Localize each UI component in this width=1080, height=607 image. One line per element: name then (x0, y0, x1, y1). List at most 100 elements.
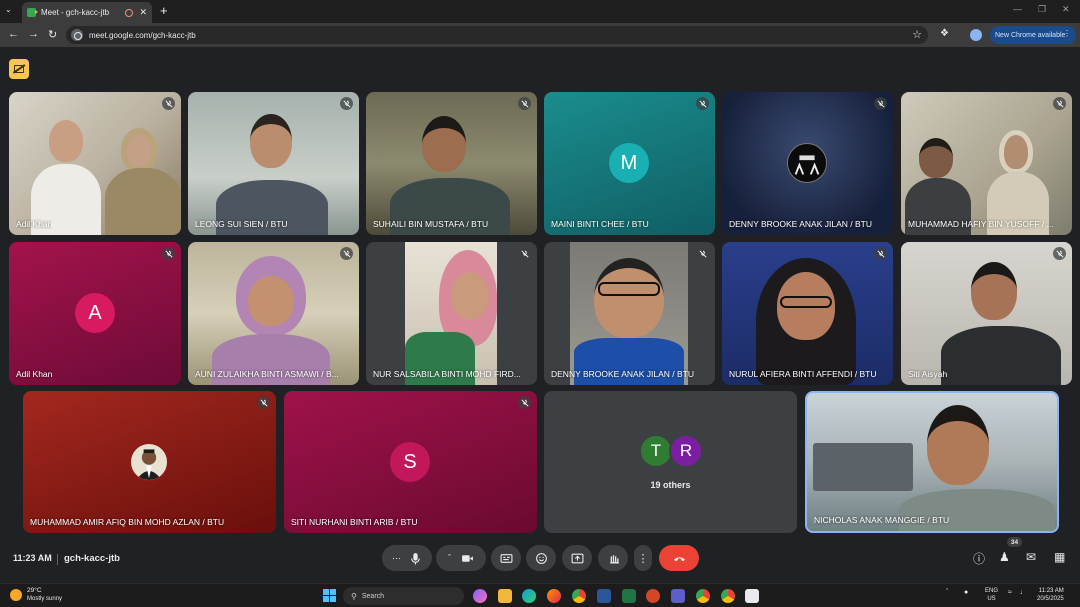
muted-mic-icon (1053, 97, 1066, 110)
participant-tile[interactable]: DENNY BROOKE ANAK JILAN / BTU (722, 92, 893, 235)
participant-avatar: S (390, 442, 430, 482)
teams-icon[interactable] (671, 589, 685, 603)
participant-tile[interactable]: MUHAMMAD HAFIY BIN YUSOFF / ... (901, 92, 1072, 235)
chrome-profile-icon[interactable] (721, 589, 735, 603)
url-text[interactable]: meet.google.com/gch-kacc-jtb (89, 31, 196, 40)
close-window-icon[interactable]: ✕ (1062, 4, 1070, 15)
present-screen-button[interactable] (562, 545, 592, 571)
edge-icon[interactable] (522, 589, 536, 603)
camera-icon (462, 554, 473, 562)
search-label: Search (361, 592, 385, 600)
microphone-tray-icon[interactable]: ● (964, 589, 968, 596)
language-indicator[interactable]: ENG US (985, 587, 998, 603)
participant-avatar: M (609, 143, 649, 183)
close-tab-icon[interactable]: ✕ (139, 7, 147, 18)
chrome-icon[interactable] (572, 589, 586, 603)
microphone-control[interactable]: ⋯ (382, 545, 432, 571)
language-code: ENG (985, 588, 999, 594)
participant-tile[interactable]: MUHAMMAD AMIR AFIQ BIN MOHD AZLAN / BTU (23, 391, 276, 533)
taskbar-search[interactable]: ⚲ Search (343, 587, 464, 605)
participant-tile[interactable]: A Adil Khan (9, 242, 181, 385)
participant-tile[interactable]: NUR SALSABILA BINTI MOHD FIRD... (366, 242, 537, 385)
tab-strip: ⌄ Meet - gch-kacc-jtb ✕ + — ❐ ✕ (0, 0, 1080, 23)
raise-hand-button[interactable] (598, 545, 628, 571)
captions-button[interactable] (491, 545, 521, 571)
powerpoint-icon[interactable] (646, 589, 660, 603)
tab-title: Meet - gch-kacc-jtb (41, 8, 110, 17)
muted-mic-icon (518, 247, 531, 260)
participant-tile[interactable]: DENNY BROOKE ANAK JILAN / BTU (544, 242, 715, 385)
reactions-button[interactable] (526, 545, 556, 571)
video-off-icon (14, 65, 24, 73)
meet-main: Adil Khan LEONG SUI SIEN / BTU SUHAILI B… (0, 47, 1080, 583)
new-tab-button[interactable]: + (160, 3, 168, 18)
firefox-icon[interactable] (547, 589, 561, 603)
region-code: US (987, 596, 996, 602)
weather-widget[interactable]: 29°C Mostly sunny (10, 587, 62, 603)
taskbar-clock[interactable]: 11:23 AM 20/5/2025 (1037, 587, 1064, 603)
participant-tile[interactable]: S SITI NURHANI BINTI ARIB / BTU (284, 391, 537, 533)
restore-icon[interactable]: ❐ (1038, 4, 1046, 15)
participant-name: Adil Khan (16, 219, 53, 229)
participant-tile[interactable]: Adil Khan (9, 92, 181, 235)
chat-icon[interactable]: ✉ (1026, 550, 1036, 564)
meeting-controls-bar: 11:23 AM gch-kacc-jtb ⋯ ˆ ⋮ ⓘ ♟ 34 ✉ ▦ (0, 537, 1080, 583)
minimize-icon[interactable]: — (1013, 4, 1022, 14)
app-icon[interactable] (745, 589, 759, 603)
mic-options-icon[interactable]: ⋯ (392, 553, 401, 564)
others-avatar: T (639, 434, 673, 468)
participant-tile[interactable]: NURUL AFIERA BINTI AFFENDI / BTU (722, 242, 893, 385)
leave-call-button[interactable] (659, 545, 699, 571)
end-call-icon (673, 556, 685, 561)
divider (57, 554, 58, 565)
new-chrome-available-button[interactable]: New Chrome available ⋮ (990, 26, 1076, 44)
tab-meet[interactable]: Meet - gch-kacc-jtb ✕ (22, 2, 152, 23)
camera-off-info-button[interactable] (9, 59, 29, 79)
forward-icon[interactable]: → (28, 28, 39, 40)
participant-tile[interactable]: SUHAILI BIN MUSTAFA / BTU (366, 92, 537, 235)
muted-mic-icon (696, 97, 709, 110)
bookmark-star-icon[interactable]: ☆ (912, 28, 922, 41)
back-icon[interactable]: ← (8, 28, 19, 40)
participant-tile[interactable]: AUNI ZULAIKHA BINTI ASMAWI / B... (188, 242, 359, 385)
participant-name: NURUL AFIERA BINTI AFFENDI / BTU (729, 369, 877, 379)
participant-tile[interactable]: LEONG SUI SIEN / BTU (188, 92, 359, 235)
participant-name: DENNY BROOKE ANAK JILAN / BTU (729, 219, 872, 229)
file-explorer-icon[interactable] (498, 589, 512, 603)
excel-icon[interactable] (622, 589, 636, 603)
chrome-menu-icon[interactable]: ⋮ (1063, 29, 1071, 38)
others-tile[interactable]: T R 19 others (544, 391, 797, 533)
reload-icon[interactable]: ↻ (48, 28, 57, 41)
chrome-profile-icon[interactable] (696, 589, 710, 603)
windows-start-icon[interactable] (323, 589, 336, 602)
weather-temp: 29°C (27, 587, 42, 594)
muted-mic-icon (340, 247, 353, 260)
profile-avatar[interactable] (970, 29, 982, 41)
participant-tile[interactable]: M MAINI BINTI CHEE / BTU (544, 92, 715, 235)
participant-name: MAINI BINTI CHEE / BTU (551, 219, 649, 229)
people-icon[interactable]: ♟ (999, 550, 1010, 564)
wifi-icon[interactable]: ≈ (1008, 589, 1012, 596)
extensions-icon[interactable]: ❖ (940, 28, 949, 39)
muted-mic-icon (874, 247, 887, 260)
participant-tile[interactable]: Siti Aisyah (901, 242, 1072, 385)
more-options-button[interactable]: ⋮ (634, 545, 652, 571)
participant-name: MUHAMMAD AMIR AFIQ BIN MOHD AZLAN / BTU (30, 517, 225, 527)
camera-control[interactable]: ˆ (436, 545, 486, 571)
show-hidden-icons-icon[interactable]: ˆ (946, 589, 948, 596)
captions-icon (500, 553, 512, 563)
tab-search-chevron-icon[interactable]: ⌄ (5, 5, 12, 14)
participant-video (405, 242, 497, 385)
copilot-icon[interactable] (473, 589, 487, 603)
meeting-details-icon[interactable]: ⓘ (973, 550, 985, 567)
volume-icon[interactable]: ♩ (1020, 589, 1027, 596)
windows-taskbar: 29°C Mostly sunny ⚲ Search ˆ ● ENG US ≈ … (0, 583, 1080, 607)
camera-options-chevron-icon[interactable]: ˆ (448, 553, 451, 563)
site-info-icon[interactable] (71, 29, 83, 41)
self-view-tile[interactable]: NICHOLAS ANAK MANGGIE / BTU (805, 391, 1059, 533)
participant-name: NICHOLAS ANAK MANGGIE / BTU (814, 515, 950, 525)
word-icon[interactable] (597, 589, 611, 603)
address-bar[interactable]: meet.google.com/gch-kacc-jtb ☆ (66, 26, 928, 44)
activities-icon[interactable]: ▦ (1054, 550, 1065, 564)
microphone-icon (411, 552, 420, 564)
